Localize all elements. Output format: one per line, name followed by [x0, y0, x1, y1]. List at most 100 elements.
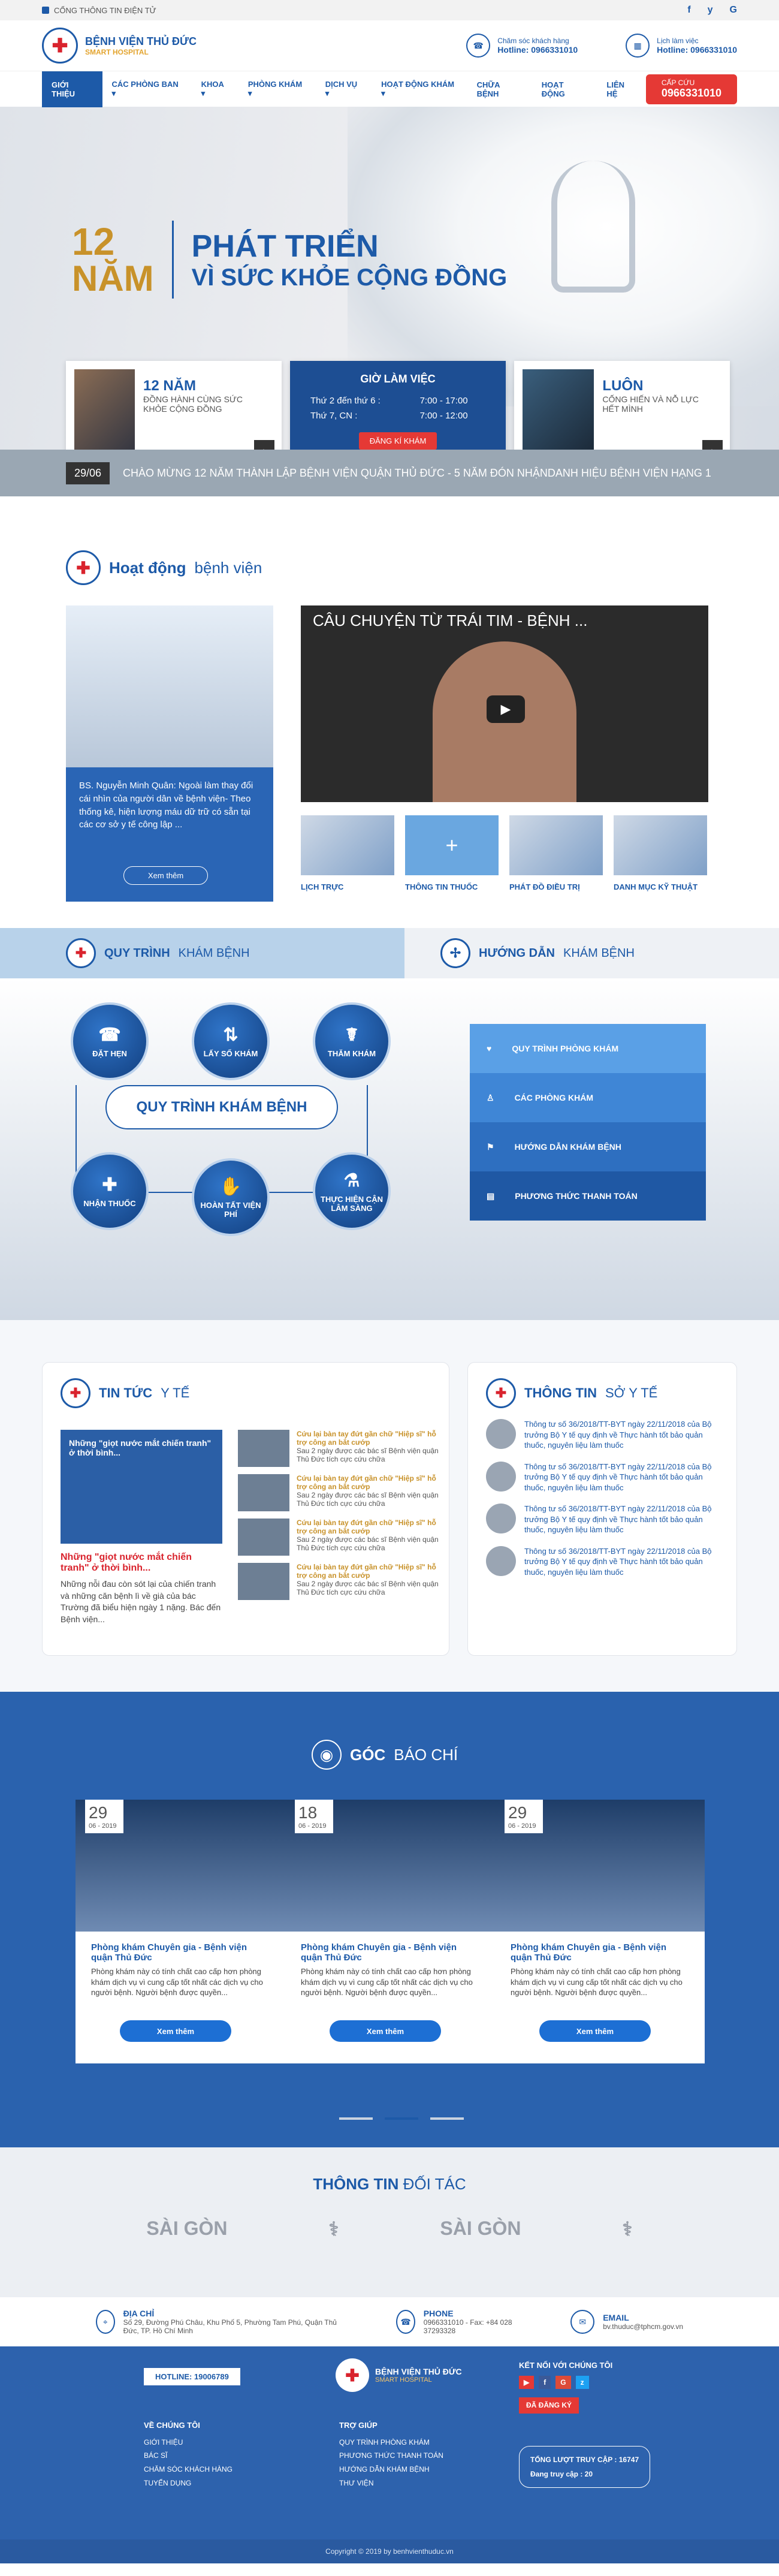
news-right-bold: THÔNG TIN	[524, 1385, 597, 1400]
footer-link[interactable]: QUY TRÌNH PHÒNG KHÁM	[339, 2436, 443, 2450]
health-news-box: ✚ TIN TỨC Y TẾ Những "giọt nước mắt chiế…	[42, 1362, 449, 1656]
thumb-schedule[interactable]: LỊCH TRỰC	[301, 815, 394, 891]
google-icon[interactable]: G	[730, 5, 737, 16]
facebook-icon[interactable]: f	[539, 2375, 551, 2390]
card1-big: 12 NĂM	[143, 378, 197, 394]
more-button[interactable]: Xem thêm	[123, 866, 209, 885]
carousel-dot[interactable]	[339, 2117, 373, 2120]
doctor-feature[interactable]: BS. Nguyễn Minh Quân: Ngoài làm thay đổi…	[66, 605, 273, 902]
more-button[interactable]: Xem thêm	[120, 2020, 231, 2042]
menu-clinic-process[interactable]: ♥ QUY TRÌNH PHÒNG KHÁM	[470, 1024, 706, 1073]
tab-guide[interactable]: ✢ HƯỚNG DẪN KHÁM BỆNH	[404, 928, 779, 978]
nav-activities[interactable]: HOẠT ĐỘNG	[532, 71, 597, 107]
signpost-icon: ⚑	[487, 1141, 494, 1152]
more-button[interactable]: Xem thêm	[330, 2020, 441, 2042]
carousel-dot[interactable]	[385, 2117, 418, 2120]
thumb-techniques[interactable]: DANH MỤC KỸ THUẬT	[614, 815, 707, 891]
carousel-dot[interactable]	[430, 2117, 464, 2120]
emergency-label: CẤP CỨU	[661, 79, 695, 87]
press-card[interactable]: 29 06 - 2019 Phòng khám Chuyên gia - Bệnh…	[76, 1800, 285, 2063]
lab-icon: ⚗	[343, 1170, 360, 1191]
nav-services[interactable]: DỊCH VỤ ▾	[316, 71, 372, 107]
main-news-image[interactable]: Những "giọt nước mắt chiến tranh" ở thời…	[61, 1430, 222, 1544]
step-medicine[interactable]: ✚ NHẬN THUỐC	[71, 1152, 149, 1230]
step-number[interactable]: ⇅ LẤY SỐ KHÁM	[192, 1002, 270, 1080]
press-card[interactable]: 18 06 - 2019 Phòng khám Chuyên gia - Bệnh…	[285, 1800, 495, 2063]
main-news-title[interactable]: Những "giọt nước mắt chiến tranh" ở thời…	[61, 1552, 222, 1574]
thumb-treatment[interactable]: PHÁT ĐỒ ĐIỀU TRỊ	[509, 815, 603, 891]
news-item-desc: Sau 2 ngày được các bác sĩ Bệnh viện quậ…	[297, 1447, 439, 1463]
address-block: ⌖ ĐỊA CHỈ Số 29, Đường Phú Châu, Khu Phố 5…	[96, 2309, 342, 2335]
list-item[interactable]: Thông tư số 36/2018/TT-BYT ngày 22/11/20…	[486, 1461, 718, 1493]
video-title: CÂU CHUYỆN TỪ TRÁI TIM - BỆNH ...	[313, 611, 588, 629]
menu-payment[interactable]: ▤ PHƯƠNG THỨC THANH TOÁN	[470, 1171, 706, 1221]
emergency-button[interactable]: CẤP CỨU 0966331010	[645, 74, 737, 104]
press-month: 06 - 2019	[298, 1822, 327, 1830]
partners-section: THÔNG TIN ĐỐI TÁC SÀI GÒN ⚕ SÀI GÒN ⚕	[0, 2147, 779, 2297]
card3-big: LUÔN	[602, 378, 644, 394]
step-exam[interactable]: ☤ THĂM KHÁM	[313, 1002, 391, 1080]
list-item[interactable]: Cứu lại bàn tay đứt gần chữ "Hiệp sĩ" hỗ…	[238, 1474, 446, 1511]
card1-small: ĐỒNG HÀNH CÙNG SỨC KHỎE CỘNG ĐỒNG	[143, 394, 243, 414]
schedule[interactable]: ▦ Lịch làm việc Hotline: 0966331010	[626, 34, 737, 58]
footer-link[interactable]: BÁC SĨ	[144, 2449, 233, 2463]
nav-exam-activity[interactable]: HOẠT ĐỘNG KHÁM ▾	[372, 71, 467, 107]
footer-link[interactable]: HƯỚNG DẪN KHÁM BỆNH	[339, 2463, 443, 2476]
list-item[interactable]: Thông tư số 36/2018/TT-BYT ngày 22/11/20…	[486, 1504, 718, 1535]
list-item[interactable]: Thông tư số 36/2018/TT-BYT ngày 22/11/20…	[486, 1545, 718, 1578]
footer-link[interactable]: GIỚI THIỆU	[144, 2436, 233, 2450]
nav-about[interactable]: GIỚI THIỆU	[42, 71, 102, 107]
sort-number-icon: ⇅	[223, 1025, 238, 1045]
activity-section: ✚ Hoạt động bệnh viện BS. Nguyễn Minh Qu…	[0, 496, 779, 928]
more-button[interactable]: Xem thêm	[539, 2020, 651, 2042]
play-icon[interactable]: ▶	[487, 695, 525, 723]
ticker-text[interactable]: CHÀO MỪNG 12 NĂM THÀNH LẬP BỆNH VIỆN QUẬ…	[123, 467, 711, 480]
footer-link[interactable]: PHƯƠNG THỨC THANH TOÁN	[339, 2449, 443, 2463]
footer-logo[interactable]: ✚ BỆNH VIỆN THỦ ĐỨC SMART HOSPITAL	[336, 2358, 462, 2392]
google-icon[interactable]: G	[555, 2375, 571, 2390]
news-item-title: Cứu lại bàn tay đứt gần chữ "Hiệp sĩ" hỗ…	[297, 1519, 436, 1535]
youtube-icon[interactable]: y	[708, 5, 713, 16]
thumb-drug-info[interactable]: + THÔNG TIN THUỐC	[405, 815, 499, 891]
logo[interactable]: ✚ BỆNH VIỆN THỦ ĐỨC SMART HOSPITAL	[42, 28, 197, 64]
press-card[interactable]: 29 06 - 2019 Phòng khám Chuyên gia - Bệnh…	[495, 1800, 705, 2063]
list-item[interactable]: Cứu lại bàn tay đứt gần chữ "Hiệp sĩ" hỗ…	[238, 1430, 446, 1467]
footer-link[interactable]: CHĂM SÓC KHÁCH HÀNG	[144, 2463, 233, 2476]
nav-faculty[interactable]: KHOA ▾	[192, 71, 238, 107]
partner-logo[interactable]: SÀI GÒN	[146, 2218, 227, 2240]
youtube-icon[interactable]: ▶	[519, 2375, 535, 2390]
hospital-cross-icon: ✚	[66, 938, 96, 968]
partner-logo[interactable]: SÀI GÒN	[440, 2218, 521, 2240]
step-payment[interactable]: ✋ HOÀN TẤT VIỆN PHÍ	[192, 1158, 270, 1236]
step-label: NHẬN THUỐC	[83, 1199, 136, 1208]
step-lab[interactable]: ⚗ THỰC HIỆN CẬN LÂM SÀNG	[313, 1152, 391, 1230]
list-item[interactable]: Cứu lại bàn tay đứt gần chữ "Hiệp sĩ" hỗ…	[238, 1519, 446, 1556]
nav-clinic[interactable]: PHÒNG KHÁM ▾	[238, 71, 316, 107]
nav-treatment[interactable]: CHỮA BỆNH	[467, 71, 532, 107]
customer-care[interactable]: ☎ Chăm sóc khách hàng Hotline: 0966331010	[466, 34, 578, 58]
step-appointment[interactable]: ☎ ĐẶT HẸN	[71, 1002, 149, 1080]
facebook-icon[interactable]: f	[687, 5, 690, 16]
menu-guide[interactable]: ⚑ HƯỚNG DẪN KHÁM BỆNH	[470, 1122, 706, 1171]
thumb-label: PHÁT ĐỒ ĐIỀU TRỊ	[509, 882, 580, 891]
zalo-icon[interactable]: z	[575, 2375, 589, 2390]
tab-process[interactable]: ✚ QUY TRÌNH KHÁM BỆNH	[0, 928, 404, 978]
register-button[interactable]: ĐĂNG KÍ KHÁM	[358, 432, 437, 450]
portal-link[interactable]: CỔNG THÔNG TIN ĐIỆN TỬ	[54, 6, 156, 15]
menu-clinics[interactable]: ♙ CÁC PHÒNG KHÁM	[470, 1073, 706, 1122]
hotline-button[interactable]: HOTLINE: 19006789	[144, 2368, 240, 2385]
carousel-dots	[339, 2117, 464, 2120]
list-item[interactable]: Cứu lại bàn tay đứt gần chữ "Hiệp sĩ" hỗ…	[238, 1563, 446, 1600]
registered-badge[interactable]: ĐÃ ĐĂNG KÝ	[519, 2397, 579, 2414]
footer-link[interactable]: TUYỂN DỤNG	[144, 2476, 233, 2490]
thumb-label: THÔNG TIN THUỐC	[405, 882, 478, 891]
list-item[interactable]: Thông tư số 36/2018/TT-BYT ngày 22/11/20…	[486, 1419, 718, 1451]
partner-logo[interactable]: ⚕	[622, 2218, 632, 2240]
video-player[interactable]: CÂU CHUYỆN TỪ TRÁI TIM - BỆNH ... ▶	[301, 605, 708, 802]
activity-title-thin: bệnh viện	[194, 558, 262, 577]
footer-link[interactable]: THƯ VIỆN	[339, 2476, 443, 2490]
partner-logo[interactable]: ⚕	[328, 2218, 339, 2240]
nav-contact[interactable]: LIÊN HỆ	[597, 71, 645, 107]
email-value[interactable]: bv.thuduc@tphcm.gov.vn	[603, 2322, 683, 2331]
nav-departments[interactable]: CÁC PHÒNG BAN ▾	[102, 71, 192, 107]
